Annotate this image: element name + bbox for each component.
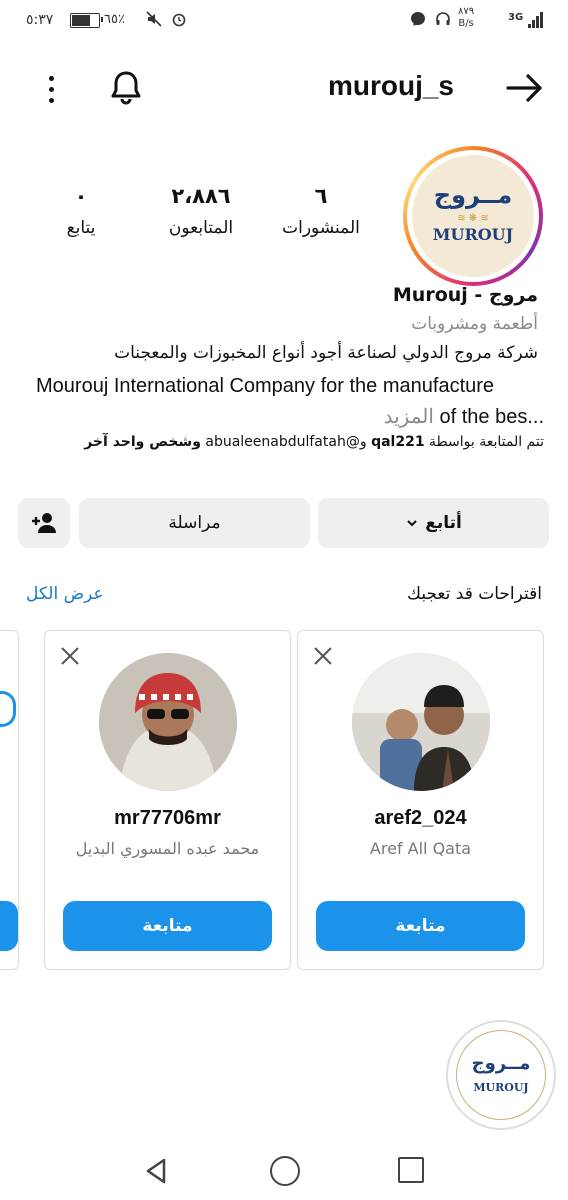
network-speed-value: ٨٧٩ <box>458 6 475 17</box>
stat-followers[interactable]: ٢،٨٨٦ المتابعون <box>146 184 256 238</box>
status-icons-right <box>410 10 451 28</box>
watermark-logo: مــروج MUROUJ <box>446 1020 556 1130</box>
watermark-english: MUROUJ <box>473 1081 529 1094</box>
followed-by-text[interactable]: تتم المتابعة بواسطة qal221 و@abualeenabd… <box>34 432 544 452</box>
profile-username: murouj_s <box>327 70 454 101</box>
bio-english-line2[interactable]: المزيد of the bes... <box>384 404 544 429</box>
mute-icon <box>146 11 162 27</box>
suggestion-avatar[interactable] <box>99 653 237 791</box>
recents-square-icon[interactable] <box>398 1157 424 1183</box>
watermark-arabic: مــروج <box>471 1053 531 1074</box>
network-type: 3G <box>508 12 524 23</box>
stat-following[interactable]: ٠ يتابع <box>26 184 136 238</box>
following-button-label: أتابع <box>425 513 462 533</box>
back-triangle-icon[interactable] <box>142 1156 172 1186</box>
suggestion-username[interactable]: mr77706mr <box>45 807 290 830</box>
suggestion-username[interactable]: aref2_024 <box>298 807 543 830</box>
more-options-icon[interactable] <box>36 70 66 110</box>
messenger-icon <box>411 12 425 26</box>
followed-by-user1[interactable]: qal221 <box>371 434 425 450</box>
alarm-icon <box>172 13 186 27</box>
stat-posts-label: المنشورات <box>282 218 360 238</box>
status-time: ٥:٣٧ <box>26 12 54 28</box>
more-link[interactable]: المزيد <box>384 406 434 428</box>
suggestion-fullname: Aref All Qata <box>369 839 472 858</box>
suggestion-card[interactable]: aref2_024 Aref All Qata متابعة <box>297 630 544 970</box>
system-nav-bar <box>0 1140 568 1200</box>
status-icons-left <box>146 10 187 28</box>
chevron-down-icon <box>407 520 417 527</box>
following-button[interactable]: أتابع <box>318 498 549 548</box>
suggestions-title: اقتراحات قد تعجبك <box>407 584 542 604</box>
status-bar: ٥:٣٧ ٦٥٪ ٨٧٩ B/s 3G <box>0 0 568 44</box>
message-button-label: مراسلة <box>168 513 221 533</box>
bell-icon[interactable] <box>104 66 148 110</box>
stat-following-label: يتابع <box>66 218 96 238</box>
followed-by-suffix: وشخص واحد آخر <box>84 434 201 450</box>
close-icon[interactable] <box>59 645 81 667</box>
network-speed-unit: B/s <box>458 18 474 29</box>
headset-icon <box>435 12 450 25</box>
headphones-icon <box>0 691 16 727</box>
bio-arabic: شركة مروج الدولي لصناعة أجود أنواع المخب… <box>114 343 538 363</box>
battery-percent: ٦٥٪ <box>104 12 125 27</box>
profile-category: أطعمة ومشروبات <box>411 314 538 334</box>
home-circle-icon[interactable] <box>270 1156 300 1186</box>
stat-followers-label: المتابعون <box>168 218 234 238</box>
follow-button-partial[interactable] <box>0 901 18 951</box>
suggestion-avatar[interactable] <box>352 653 490 791</box>
followed-by-user2[interactable]: abualeenabdulfatah <box>205 434 345 450</box>
stat-posts-value: ٦ <box>314 184 328 208</box>
close-icon[interactable] <box>312 645 334 667</box>
wheat-ornament-icon: ≋ ❋ ≋ <box>457 213 489 224</box>
suggestion-card-partial[interactable] <box>0 630 19 970</box>
battery-icon <box>70 13 103 28</box>
see-all-link[interactable]: عرض الكل <box>26 584 104 604</box>
stat-following-value: ٠ <box>74 184 88 208</box>
suggestion-card[interactable]: mr77706mr محمد عبده المسوري البديل متابع… <box>44 630 291 970</box>
followed-by-and: و@ <box>345 434 367 450</box>
signal-icon <box>528 12 543 28</box>
avatar-logo-arabic: مــروج <box>433 181 513 209</box>
suggestion-fullname: محمد عبده المسوري البديل <box>75 839 260 858</box>
follow-button[interactable]: متابعة <box>316 901 525 951</box>
message-button[interactable]: مراسلة <box>79 498 310 548</box>
bio-english-line2-text: of the bes... <box>439 406 544 428</box>
add-person-icon <box>32 513 56 533</box>
profile-display-name: مروج - Murouj <box>392 284 538 306</box>
arrow-right-icon[interactable] <box>502 68 546 108</box>
network-speed: ٨٧٩ B/s <box>458 6 474 30</box>
add-user-button[interactable] <box>18 498 70 548</box>
followed-by-prefix: تتم المتابعة بواسطة <box>429 434 544 450</box>
stat-posts[interactable]: ٦ المنشورات <box>266 184 376 238</box>
stat-followers-value: ٢،٨٨٦ <box>171 184 231 208</box>
profile-avatar[interactable]: مــروج ≋ ❋ ≋ MUROUJ <box>403 146 543 286</box>
bio-english-line1: Mourouj International Company for the ma… <box>36 375 495 397</box>
avatar-logo-english: MUROUJ <box>432 225 514 244</box>
follow-button[interactable]: متابعة <box>63 901 272 951</box>
